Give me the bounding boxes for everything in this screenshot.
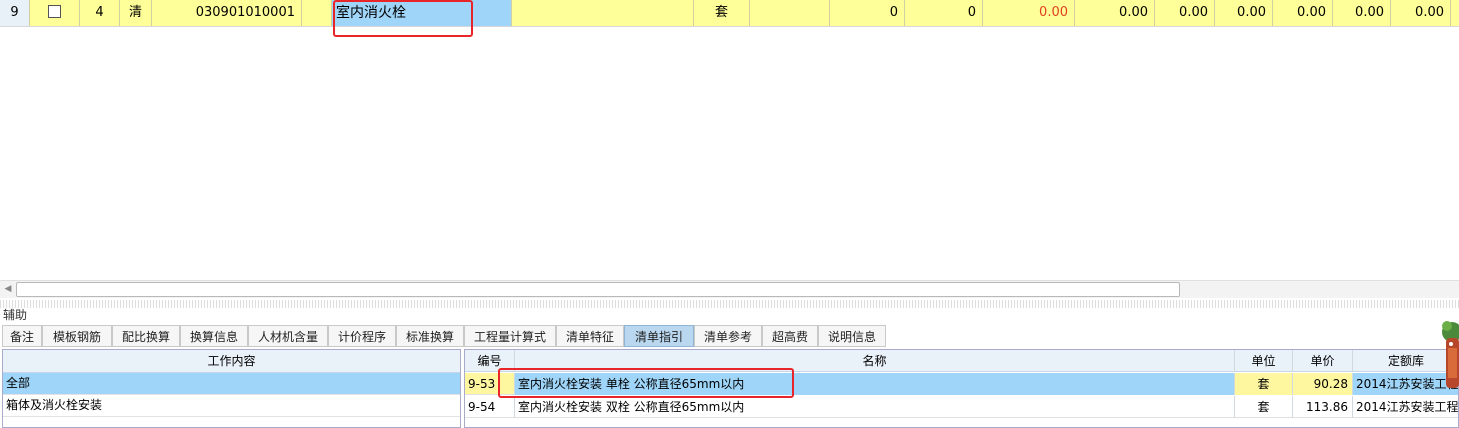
row-checkbox[interactable] bbox=[48, 5, 61, 18]
row-price4: 0.00 bbox=[1215, 0, 1273, 26]
tab-list-features[interactable]: 清单特征 bbox=[556, 325, 624, 347]
row-qty2[interactable]: 0 bbox=[905, 0, 983, 26]
splitter[interactable] bbox=[0, 300, 1459, 308]
quota-price: 90.28 bbox=[1293, 373, 1353, 395]
col-header-price[interactable]: 单价 bbox=[1293, 350, 1353, 372]
scroll-left-icon[interactable]: ◀ bbox=[1, 282, 15, 296]
col-header-unit[interactable]: 单位 bbox=[1235, 350, 1293, 372]
row-blank-cell[interactable] bbox=[750, 0, 830, 26]
row-price3: 0.00 bbox=[1155, 0, 1215, 26]
tab-height-fee[interactable]: 超高费 bbox=[762, 325, 818, 347]
row-unit[interactable]: 套 bbox=[694, 0, 750, 26]
row-type: 清 bbox=[120, 0, 152, 26]
quota-unit: 套 bbox=[1235, 396, 1293, 418]
row-code[interactable]: 030901010001 bbox=[152, 0, 302, 26]
tab-description[interactable]: 说明信息 bbox=[818, 325, 886, 347]
tab-conversion-info[interactable]: 换算信息 bbox=[180, 325, 248, 347]
tab-standard-conversion[interactable]: 标准换算 bbox=[396, 325, 464, 347]
tab-notes[interactable]: 备注 bbox=[2, 325, 42, 347]
scrollbar-thumb[interactable] bbox=[16, 282, 1180, 297]
quota-price: 113.86 bbox=[1293, 396, 1353, 418]
quota-name[interactable]: 室内消火栓安装 双栓 公称直径65mm以内 bbox=[515, 396, 1235, 418]
work-content-item[interactable]: 箱体及消火栓安装 bbox=[3, 395, 460, 417]
row-price1: 0.00 bbox=[983, 0, 1075, 26]
row-level: 4 bbox=[80, 0, 120, 26]
row-number: 9 bbox=[0, 0, 30, 26]
grid-row[interactable]: 9 4 清 030901010001 室内消火栓 套 0 0 0.00 0.00… bbox=[0, 0, 1459, 27]
tab-list-reference[interactable]: 清单参考 bbox=[694, 325, 762, 347]
mascot-icon bbox=[1442, 321, 1459, 388]
tab-list-guide[interactable]: 清单指引 bbox=[624, 325, 694, 347]
quota-code[interactable]: 9-54 bbox=[465, 396, 515, 418]
row-qty1[interactable]: 0 bbox=[830, 0, 905, 26]
work-content-item-all[interactable]: 全部 bbox=[3, 373, 460, 395]
tab-mix-conversion[interactable]: 配比换算 bbox=[112, 325, 180, 347]
highlight-box-quota bbox=[498, 368, 794, 398]
horizontal-scrollbar[interactable]: ◀ bbox=[0, 280, 1459, 298]
row-empty-cell[interactable] bbox=[302, 0, 332, 26]
tab-quantity-formula[interactable]: 工程量计算式 bbox=[464, 325, 556, 347]
quota-source: 2014江苏安装工程计 bbox=[1353, 396, 1458, 418]
row-price2: 0.00 bbox=[1075, 0, 1155, 26]
aux-tabs: 备注 模板钢筋 配比换算 换算信息 人材机含量 计价程序 标准换算 工程量计算式… bbox=[0, 325, 1459, 347]
tab-labor-material[interactable]: 人材机含量 bbox=[248, 325, 328, 347]
aux-panel-label: 辅助 bbox=[3, 308, 28, 322]
row-feature-cell[interactable] bbox=[512, 0, 694, 26]
tab-pricing-procedure[interactable]: 计价程序 bbox=[328, 325, 396, 347]
quota-code[interactable]: 9-53 bbox=[465, 373, 500, 395]
work-content-header: 工作内容 bbox=[3, 350, 460, 373]
row-price6: 0.00 bbox=[1333, 0, 1391, 26]
row-checkbox-cell[interactable] bbox=[30, 0, 80, 26]
work-content-panel: 工作内容 全部 箱体及消火栓安装 bbox=[2, 349, 461, 428]
row-price5: 0.00 bbox=[1273, 0, 1333, 26]
highlight-box-name bbox=[333, 0, 473, 37]
row-price7: 0.00 bbox=[1391, 0, 1451, 26]
quota-unit: 套 bbox=[1235, 373, 1293, 395]
tab-formwork-rebar[interactable]: 模板钢筋 bbox=[42, 325, 112, 347]
